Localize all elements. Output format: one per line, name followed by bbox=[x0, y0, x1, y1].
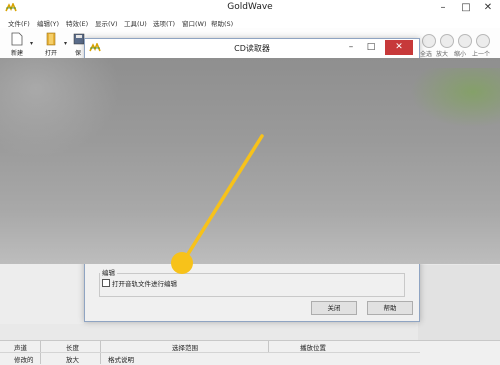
status-length: 长度 bbox=[66, 344, 79, 352]
dialog-title-bar: CD读取器 – □ ✕ bbox=[85, 39, 419, 58]
app-title-bar: GoldWave – □ ✕ bbox=[0, 0, 500, 16]
menu-tools[interactable]: 工具(U) bbox=[124, 18, 147, 28]
save-button[interactable]: 保 bbox=[72, 30, 85, 57]
previous-label: 上一个 bbox=[472, 51, 491, 58]
blurred-highlight bbox=[0, 58, 120, 158]
open-track-checkbox[interactable] bbox=[102, 279, 110, 287]
open-dropdown-icon[interactable]: ▾ bbox=[64, 40, 67, 47]
edit-group-label: 编辑 bbox=[100, 267, 117, 277]
new-button[interactable]: 新建 bbox=[6, 30, 28, 57]
status-selection: 选择范围 bbox=[172, 344, 198, 352]
open-button[interactable]: 打开 bbox=[40, 30, 62, 57]
status-zoom: 放大 bbox=[66, 356, 79, 364]
dialog-maximize-button[interactable]: □ bbox=[363, 40, 379, 55]
dialog-close-action-button[interactable]: 关闭 bbox=[311, 301, 357, 315]
minimize-button[interactable]: – bbox=[435, 1, 451, 15]
open-label: 打开 bbox=[44, 50, 57, 57]
menu-edit[interactable]: 编辑(Y) bbox=[37, 18, 59, 28]
status-row-headers: 声道 长度 选择范围 播放位置 bbox=[0, 341, 420, 352]
new-label: 新建 bbox=[10, 50, 23, 57]
zoom-in-label: 放大 bbox=[436, 51, 449, 58]
menu-view[interactable]: 显示(V) bbox=[95, 18, 118, 28]
open-folder-icon bbox=[46, 32, 56, 46]
menu-help[interactable]: 帮助(S) bbox=[211, 18, 233, 28]
menu-window[interactable]: 窗口(W) bbox=[182, 18, 207, 28]
open-track-checkbox-label[interactable]: 打开音轨文件进行编辑 bbox=[112, 278, 177, 288]
menu-effects[interactable]: 特效(E) bbox=[66, 18, 88, 28]
zoom-out-icon[interactable] bbox=[458, 34, 472, 48]
close-button[interactable]: ✕ bbox=[480, 1, 496, 15]
new-dropdown-icon[interactable]: ▾ bbox=[30, 40, 33, 47]
zoom-in-icon[interactable] bbox=[440, 34, 454, 48]
workspace-right-panel bbox=[418, 265, 500, 345]
previous-icon[interactable] bbox=[476, 34, 490, 48]
blurred-green-area bbox=[410, 68, 500, 128]
status-position: 播放位置 bbox=[300, 344, 326, 352]
dialog-close-button[interactable]: ✕ bbox=[385, 40, 413, 55]
app-title: GoldWave bbox=[227, 2, 273, 12]
dialog-minimize-button[interactable]: – bbox=[343, 40, 359, 55]
dialog-help-button[interactable]: 帮助 bbox=[367, 301, 413, 315]
status-row-values: 修改的 放大 格式说明 bbox=[0, 352, 420, 364]
menu-file[interactable]: 文件(F) bbox=[8, 18, 30, 28]
zoom-out-label: 缩小 bbox=[454, 51, 467, 58]
select-all-icon[interactable] bbox=[422, 34, 436, 48]
status-channel: 声道 bbox=[14, 344, 27, 352]
select-all-label: 全选 bbox=[420, 51, 433, 58]
status-format: 格式说明 bbox=[108, 356, 134, 364]
menu-bar: 文件(F) 编辑(Y) 特效(E) 显示(V) 工具(U) 选项(T) 窗口(W… bbox=[0, 16, 500, 28]
new-file-icon bbox=[11, 32, 23, 46]
status-bar: 声道 长度 选择范围 播放位置 修改的 放大 格式说明 bbox=[0, 340, 500, 365]
save-label: 保 bbox=[74, 50, 81, 57]
maximize-button[interactable]: □ bbox=[458, 1, 474, 15]
status-modified: 修改的 bbox=[14, 356, 34, 364]
menu-options[interactable]: 选项(T) bbox=[153, 18, 175, 28]
